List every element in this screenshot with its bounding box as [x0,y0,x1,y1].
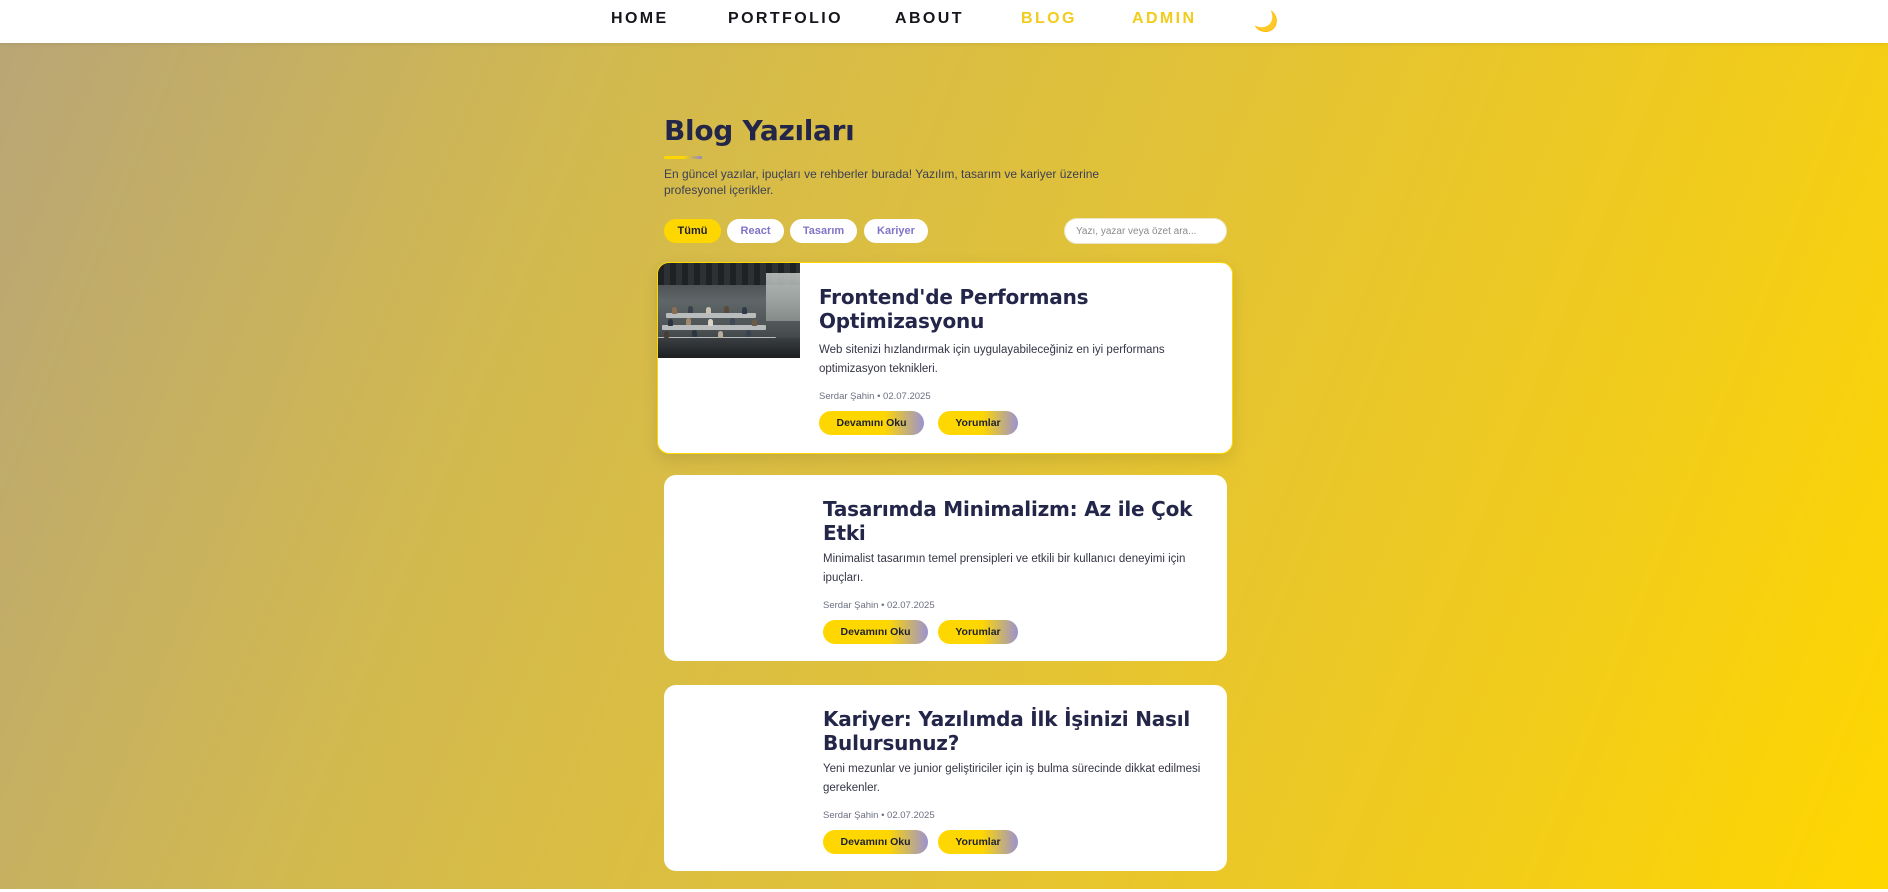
blog-post-card: Frontend'de Performans Optimizasyonu Web… [657,262,1233,454]
read-more-button[interactable]: Devamını Oku [819,411,924,435]
post-excerpt: Minimalist tasarımın temel prensipleri v… [823,553,1186,584]
read-more-button[interactable]: Devamını Oku [823,830,928,854]
filter-chip-career[interactable]: Kariyer [864,219,928,243]
nav-home-link[interactable]: HOME [611,10,669,28]
nav-about-link[interactable]: ABOUT [895,10,964,28]
blog-post-card: Tasarımda Minimalizm: Az ile Çok Etki Mi… [664,475,1227,661]
nav-blog-link[interactable]: BLOG [1021,10,1077,28]
post-excerpt: Yeni mezunlar ve junior geliştiriciler i… [823,763,1201,794]
page-title: Blog Yazıları [664,114,855,147]
blog-post-card: Kariyer: Yazılımda İlk İşinizi Nasıl Bul… [664,685,1227,871]
filter-chip-react[interactable]: React [727,219,784,243]
blog-search-input[interactable] [1064,218,1227,244]
read-more-button[interactable]: Devamını Oku [823,620,928,644]
title-underline-accent [664,156,702,159]
page-subtitle: En güncel yazılar, ipuçları ve rehberler… [664,167,1100,197]
post-meta: Serdar Şahin • 02.07.2025 [823,810,935,821]
post-thumbnail-office-image [658,263,800,358]
nav-portfolio-link[interactable]: PORTFOLIO [728,10,843,28]
comments-button[interactable]: Yorumlar [938,830,1018,854]
post-title[interactable]: Frontend'de Performans Optimizasyonu [819,285,1199,333]
comments-button[interactable]: Yorumlar [938,620,1018,644]
moon-icon[interactable]: 🌙 [1252,7,1280,35]
post-meta: Serdar Şahin • 02.07.2025 [823,600,935,611]
filter-chip-all[interactable]: Tümü [664,219,721,243]
comments-button[interactable]: Yorumlar [938,411,1018,435]
top-navbar: HOME PORTFOLIO ABOUT BLOG ADMIN 🌙 [0,0,1888,43]
filter-chip-design[interactable]: Tasarım [790,219,857,243]
nav-admin-link[interactable]: ADMIN [1132,10,1196,28]
post-excerpt: Web sitenizi hızlandırmak için uygulayab… [819,344,1165,375]
post-title[interactable]: Tasarımda Minimalizm: Az ile Çok Etki [823,497,1203,545]
post-meta: Serdar Şahin • 02.07.2025 [819,391,931,402]
post-title[interactable]: Kariyer: Yazılımda İlk İşinizi Nasıl Bul… [823,707,1203,755]
